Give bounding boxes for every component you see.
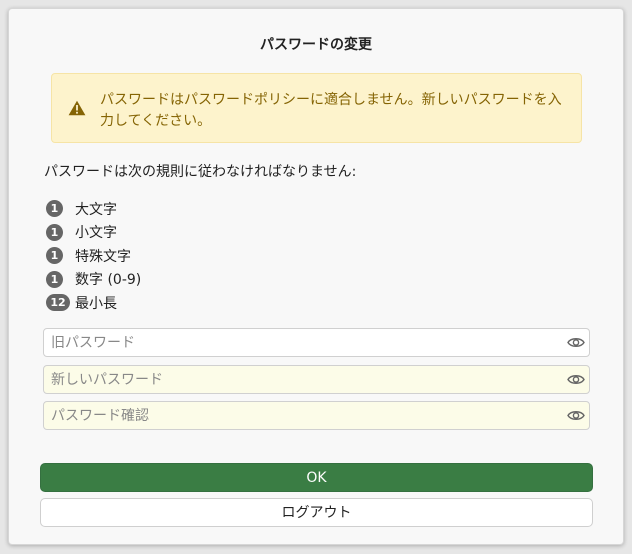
old-password-field xyxy=(43,328,590,357)
rule-uppercase: 1 大文字 xyxy=(46,197,141,221)
rule-special-char: 1 特殊文字 xyxy=(46,244,141,268)
rule-label: 数字 (0-9) xyxy=(75,272,142,289)
warning-triangle-icon xyxy=(68,100,86,116)
confirm-password-field xyxy=(43,401,590,430)
eye-icon[interactable] xyxy=(567,409,585,422)
logout-button[interactable]: ログアウト xyxy=(40,498,593,527)
rule-min-length: 12 最小長 xyxy=(46,291,141,315)
ok-button[interactable]: OK xyxy=(40,463,593,492)
rules-heading: パスワードは次の規則に従わなければなりません: xyxy=(44,164,357,180)
dialog-title: パスワードの変更 xyxy=(260,37,372,53)
rule-digit: 1 数字 (0-9) xyxy=(46,268,141,292)
password-rules-list: 1 大文字 1 小文字 1 特殊文字 1 数字 (0-9) 12 最小長 xyxy=(46,197,141,315)
policy-warning-alert: パスワードはパスワードポリシーに適合しません。新しいパスワードを入力してください… xyxy=(51,73,582,143)
alert-message: パスワードはパスワードポリシーに適合しません。新しいパスワードを入力してください… xyxy=(100,92,562,129)
rule-lowercase: 1 小文字 xyxy=(46,221,141,245)
new-password-input[interactable] xyxy=(44,366,561,393)
rule-label: 特殊文字 xyxy=(75,248,131,265)
rule-label: 小文字 xyxy=(75,225,117,242)
rule-count-badge: 1 xyxy=(46,223,63,241)
rule-label: 最小長 xyxy=(75,295,117,312)
old-password-input[interactable] xyxy=(44,329,561,356)
new-password-field xyxy=(43,365,590,394)
change-password-dialog: パスワードの変更 パスワードはパスワードポリシーに適合しません。新しいパスワード… xyxy=(8,8,624,545)
eye-icon[interactable] xyxy=(567,336,585,349)
eye-icon[interactable] xyxy=(567,373,585,386)
rule-count-badge: 1 xyxy=(46,270,63,288)
rule-count-badge: 1 xyxy=(46,247,63,265)
rule-count-badge: 12 xyxy=(46,294,70,312)
rule-label: 大文字 xyxy=(75,201,117,218)
confirm-password-input[interactable] xyxy=(44,402,561,429)
rule-count-badge: 1 xyxy=(46,200,63,218)
